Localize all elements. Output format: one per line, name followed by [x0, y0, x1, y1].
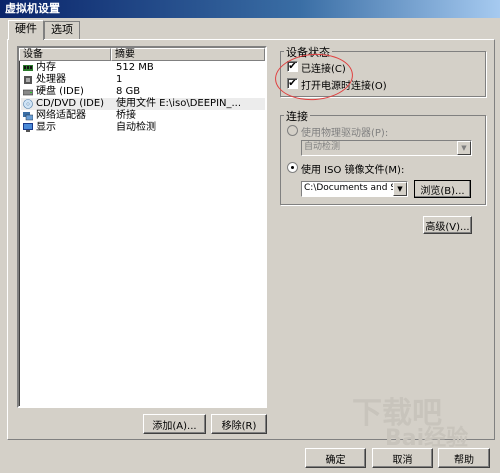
cdrom-icon: [23, 99, 33, 109]
physical-drive-label[interactable]: 使用物理驱动器(P):: [301, 124, 388, 139]
device-summary: 自动检测: [116, 122, 156, 133]
network-icon: [23, 112, 33, 121]
window-title: 虚拟机设置: [0, 0, 500, 18]
iso-image-radio[interactable]: [287, 162, 298, 173]
memory-icon: [23, 65, 33, 71]
device-name: 网络适配器: [36, 110, 86, 121]
hardware-row-harddisk[interactable]: 硬盘 (IDE) 8 GB: [21, 86, 265, 98]
column-header-summary[interactable]: 摘要: [111, 48, 265, 61]
connection-title: 连接: [284, 108, 310, 124]
processor-icon: [24, 76, 32, 84]
help-button[interactable]: 帮助: [438, 448, 490, 468]
chevron-down-icon[interactable]: ▼: [457, 141, 471, 155]
iso-path-combo[interactable]: C:\Documents and Se ▼: [301, 181, 408, 197]
iso-path-value: C:\Documents and Se: [304, 183, 402, 193]
cancel-button[interactable]: 取消: [372, 448, 433, 468]
hardware-row-display[interactable]: 显示 自动检测: [21, 122, 265, 134]
device-name: 内存: [36, 62, 56, 73]
iso-image-label[interactable]: 使用 ISO 镜像文件(M):: [301, 161, 404, 176]
harddisk-icon: [23, 89, 33, 96]
device-summary: 1: [116, 74, 123, 85]
device-name: 显示: [36, 122, 56, 133]
device-summary: 8 GB: [116, 86, 141, 97]
physical-drive-radio[interactable]: [287, 125, 298, 136]
browse-button[interactable]: 浏览(B)...: [414, 180, 471, 198]
hardware-row-cdrom[interactable]: CD/DVD (IDE) 使用文件 E:\iso\DEEPIN_...: [21, 98, 265, 110]
ok-button[interactable]: 确定: [305, 448, 366, 468]
device-name: 硬盘 (IDE): [36, 86, 84, 97]
hardware-row-memory[interactable]: 内存 512 MB: [21, 62, 265, 74]
device-summary: 512 MB: [116, 62, 154, 73]
physical-drive-combo[interactable]: 自动检测 ▼: [301, 140, 472, 156]
column-header-device[interactable]: 设备: [19, 48, 111, 61]
hardware-row-network[interactable]: 网络适配器 桥接: [21, 110, 265, 122]
tab-hardware[interactable]: 硬件: [8, 20, 44, 40]
physical-drive-combo-value: 自动检测: [304, 142, 341, 152]
chevron-down-icon[interactable]: ▼: [393, 182, 407, 196]
tab-options[interactable]: 选项: [44, 21, 80, 39]
advanced-button[interactable]: 高级(V)...: [423, 216, 472, 234]
add-button[interactable]: 添加(A)...: [143, 414, 206, 434]
remove-button[interactable]: 移除(R): [211, 414, 267, 434]
device-name: CD/DVD (IDE): [36, 98, 105, 109]
hardware-row-processor[interactable]: 处理器 1: [21, 74, 265, 86]
display-icon: [23, 123, 33, 132]
device-summary: 使用文件 E:\iso\DEEPIN_...: [116, 98, 242, 109]
device-summary: 桥接: [116, 110, 136, 121]
hardware-list[interactable]: 设备 摘要 内存 512 MB 处理器 1 硬盘 (IDE) 8 GB CD/D…: [17, 46, 267, 408]
device-name: 处理器: [36, 74, 66, 85]
